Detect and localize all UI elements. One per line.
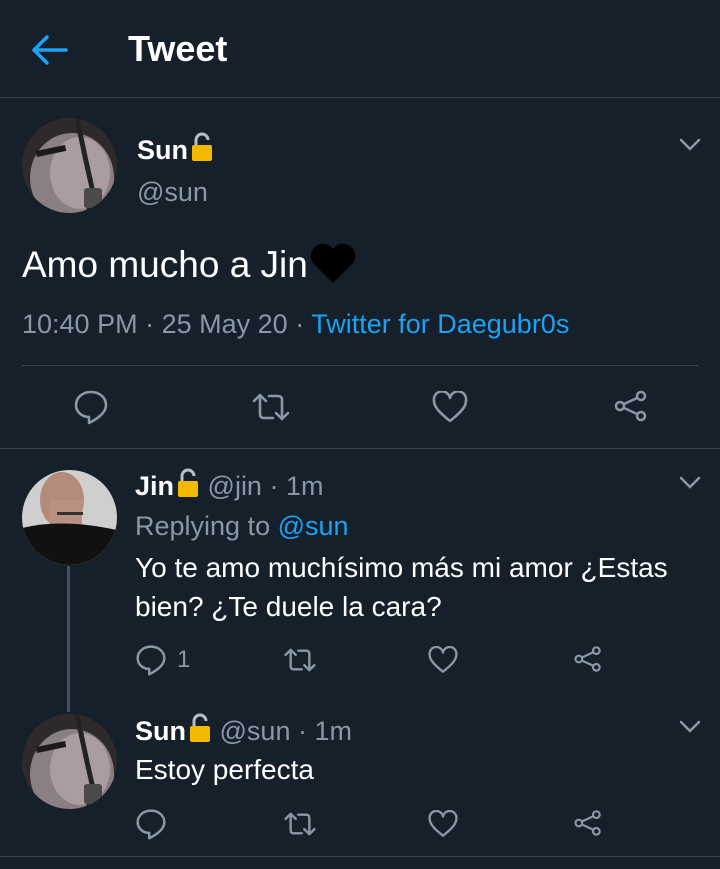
- reply-time: 1m: [285, 471, 324, 501]
- divider: [0, 856, 720, 857]
- author-handle[interactable]: @sun: [137, 177, 208, 208]
- share-icon[interactable]: [573, 645, 603, 673]
- reply-count: 1: [177, 646, 191, 673]
- tweet-text: Amo mucho a Jin: [22, 243, 358, 286]
- reply-author-name[interactable]: Sun: [135, 716, 186, 746]
- reply-header: Jin @jin · 1m: [135, 468, 324, 502]
- thread-line: [67, 566, 70, 712]
- reply-author-handle[interactable]: @sun: [220, 716, 291, 746]
- avatar[interactable]: [22, 714, 117, 809]
- divider: [0, 448, 720, 449]
- like-icon[interactable]: [428, 646, 458, 674]
- meta-separator: ·: [295, 309, 305, 339]
- share-icon[interactable]: [573, 809, 603, 837]
- meta-separator: ·: [145, 309, 155, 339]
- reply-time: 1m: [314, 716, 353, 746]
- page-title: Tweet: [128, 28, 228, 69]
- retweet-icon[interactable]: [283, 811, 317, 837]
- tweet-meta: 10:40 PM · 25 May 20 · Twitter for Daegu…: [22, 309, 569, 340]
- reply-header: Sun @sun · 1m: [135, 713, 352, 747]
- avatar[interactable]: [22, 470, 117, 565]
- reply-text-line-2: bien? ¿Te duele la cara?: [135, 591, 442, 622]
- replying-to-handle[interactable]: @sun: [278, 511, 349, 541]
- chevron-down-icon[interactable]: [679, 138, 701, 152]
- tweet-source-link[interactable]: Twitter for Daegubr0s: [311, 309, 569, 339]
- reply-text: Estoy perfecta: [135, 754, 314, 785]
- reply-text-line-1: Yo te amo muchísimo más mi amor ¿Estas: [135, 552, 668, 583]
- tweet-text-content: Amo mucho a Jin: [22, 244, 308, 285]
- retweet-icon[interactable]: [283, 647, 317, 673]
- reply-icon[interactable]: [73, 389, 109, 425]
- replying-to-label: Replying to: [135, 511, 271, 541]
- lock-icon: [190, 713, 210, 742]
- meta-separator: ·: [269, 471, 279, 501]
- reply-author-handle[interactable]: @jin: [208, 471, 262, 501]
- replying-to: Replying to @sun: [135, 511, 349, 542]
- like-icon[interactable]: [432, 391, 468, 423]
- reply-icon[interactable]: [135, 808, 167, 840]
- share-icon[interactable]: [613, 390, 649, 422]
- chevron-down-icon[interactable]: [679, 720, 701, 734]
- author-name-text: Sun: [137, 135, 188, 165]
- like-icon[interactable]: [428, 810, 458, 838]
- reply-author-name[interactable]: Jin: [135, 471, 174, 501]
- black-heart-emoji: [310, 243, 356, 283]
- divider: [22, 365, 698, 366]
- avatar[interactable]: [22, 118, 117, 213]
- tweet-date: 25 May 20: [161, 309, 288, 339]
- retweet-icon[interactable]: [251, 392, 291, 422]
- chevron-down-icon[interactable]: [679, 476, 701, 490]
- meta-separator: ·: [297, 716, 307, 746]
- tweet-time: 10:40 PM: [22, 309, 138, 339]
- author-name[interactable]: Sun: [137, 132, 214, 166]
- back-arrow-icon[interactable]: [30, 33, 68, 67]
- lock-icon: [192, 132, 212, 161]
- top-bar: Tweet: [0, 0, 720, 98]
- reply-icon[interactable]: [135, 644, 167, 676]
- lock-icon: [178, 468, 199, 497]
